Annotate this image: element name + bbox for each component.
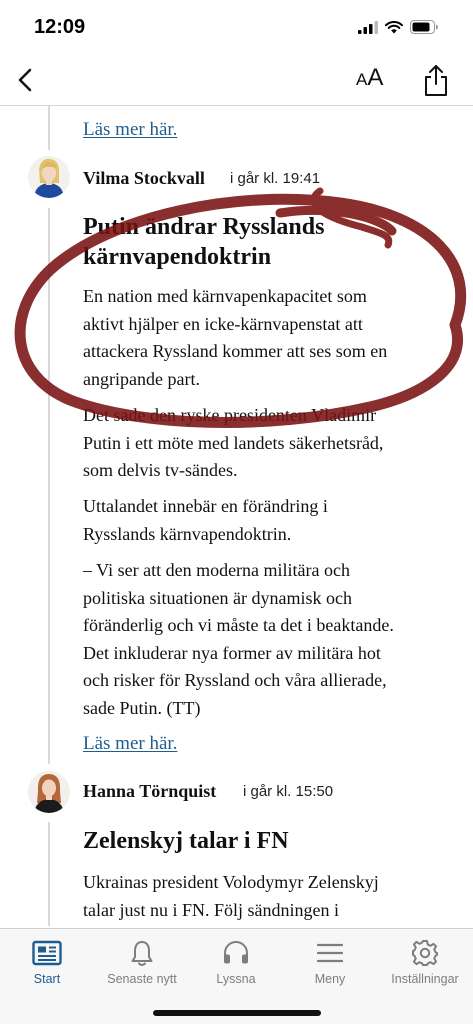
home-indicator (153, 1010, 321, 1016)
tab-label: Lyssna (216, 972, 256, 986)
paragraph-line: och risker för Ryssland och våra alliera… (83, 670, 387, 690)
headline-line: Putin ändrar Rysslands (83, 214, 325, 240)
status-time: 12:09 (34, 16, 86, 38)
tab-label: Meny (314, 972, 346, 986)
post-time: i går kl. 19:41 (230, 170, 321, 187)
paragraph-line: Ukrainas president Volodymyr Zelenskyj (83, 872, 379, 892)
entry-headline: Putin ändrar Rysslands kärnvapendoktrin (83, 212, 443, 272)
share-icon (425, 65, 447, 96)
wifi-icon (385, 20, 403, 33)
avatar-portrait (28, 771, 70, 813)
nav-bar: AA (0, 56, 473, 106)
paragraph-line: angripande part. (83, 368, 200, 389)
paragraph: En nation med kärnvapenkapacitet som akt… (83, 283, 463, 393)
paragraph-line: Putin i ett möte med landets säkerhetsrå… (83, 432, 384, 453)
avatar-portrait (28, 156, 70, 198)
paragraph: Det sade den ryske presidenten Vladimir … (83, 402, 463, 485)
paragraph-line: Det sade den ryske presidenten Vladimir (83, 405, 377, 425)
paragraph-line: som delvis tv-sändes. (83, 460, 238, 480)
author-avatar[interactable] (28, 771, 70, 813)
paragraph: Uttalandet innebär en förändring i Ryssl… (83, 493, 463, 548)
tab-lyssna[interactable]: Lyssna (189, 929, 283, 999)
tab-meny[interactable]: Meny (283, 929, 377, 999)
bell-icon (131, 941, 153, 966)
status-bar: 12:09 (0, 0, 473, 56)
headphones-icon (224, 941, 248, 964)
author-avatar[interactable] (28, 156, 70, 198)
tab-label: Start (33, 972, 61, 986)
paragraph: Ukrainas president Volodymyr Zelenskyj t… (83, 869, 463, 924)
text-size-big-label: A (367, 64, 384, 91)
battery-icon (410, 20, 438, 34)
gear-icon (412, 940, 438, 966)
entry-headline: Zelenskyj talar i FN (83, 828, 289, 854)
share-button[interactable] (421, 62, 451, 98)
headline-line: kärnvapendoktrin (83, 244, 272, 270)
paragraph: – Vi ser att den moderna militära och po… (83, 557, 463, 722)
paragraph-line: aktivt hjälper en icke-kärnvapenstat att (83, 313, 363, 334)
menu-icon (317, 943, 343, 963)
author-name: Hanna Törnquist (83, 781, 217, 801)
paragraph-line: sade Putin. (TT) (83, 697, 201, 718)
tab-start[interactable]: Start (0, 929, 94, 999)
read-more-link[interactable]: Läs mer här. (83, 119, 177, 141)
paragraph-line: Rysslands kärnvapendoktrin. (83, 523, 292, 544)
paragraph-line: politiska situationen är dynamisk och (83, 587, 352, 608)
text-size-button[interactable]: AA (356, 64, 383, 98)
paragraph-line: Det inkluderar nya former av militära ho… (83, 642, 381, 663)
text-size-small-label: A (356, 70, 368, 89)
tab-installningar[interactable]: Inställningar (378, 929, 472, 999)
paragraph-line: – Vi ser att den moderna militära och (83, 560, 351, 580)
paragraph-line: En nation med kärnvapenkapacitet som (83, 286, 367, 306)
tab-label: Senaste nytt (107, 972, 177, 986)
chevron-left-icon (18, 68, 32, 92)
newspaper-icon (32, 940, 62, 966)
paragraph-line: talar just nu i FN. Följ sändningen i (83, 899, 339, 920)
paragraph-line: föränderlig och vi måste ta det i beakta… (83, 615, 394, 635)
tab-label: Inställningar (391, 972, 459, 986)
tab-senaste-nytt[interactable]: Senaste nytt (95, 929, 189, 999)
paragraph-line: Uttalandet innebär en förändring i (83, 496, 328, 516)
author-name: Vilma Stockvall (83, 168, 205, 188)
read-more-link[interactable]: Läs mer här. (83, 733, 177, 755)
back-button[interactable] (10, 62, 40, 98)
paragraph-line: attackera Ryssland kommer att ses som en (83, 341, 388, 361)
tab-bar: Start Senaste nytt Lyssna Meny Inställni… (0, 928, 473, 1024)
post-time: i går kl. 15:50 (243, 783, 334, 800)
status-icons (358, 20, 439, 34)
signal-icon (358, 20, 378, 34)
